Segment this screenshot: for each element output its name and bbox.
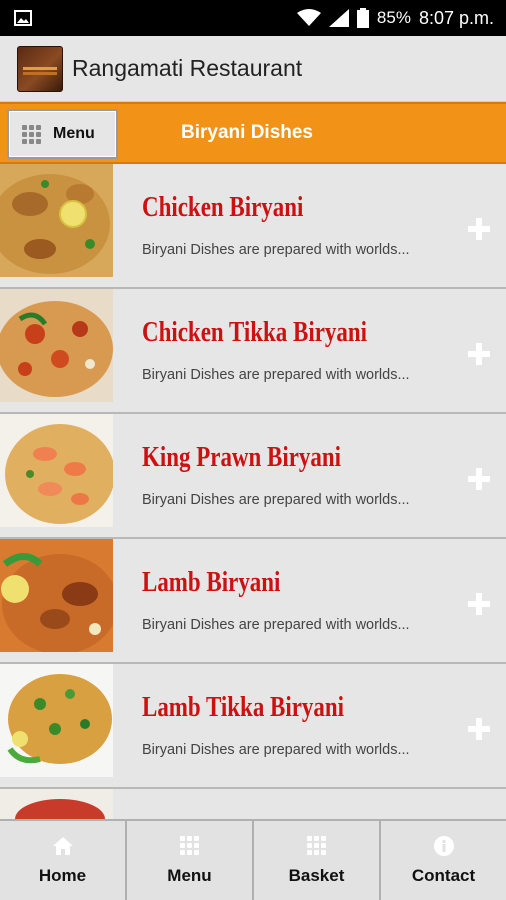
info-icon bbox=[433, 835, 454, 856]
dish-item[interactable] bbox=[0, 789, 506, 820]
gallery-notification-icon bbox=[14, 9, 32, 27]
dish-image bbox=[0, 289, 113, 402]
nav-contact-label: Contact bbox=[411, 865, 476, 885]
dish-image bbox=[0, 164, 113, 277]
dish-name: King Prawn Biryani bbox=[142, 442, 342, 473]
dish-description: Biryani Dishes are prepared with worlds.… bbox=[142, 742, 410, 758]
nav-home-label: Home bbox=[38, 865, 87, 885]
dish-description: Biryani Dishes are prepared with worlds.… bbox=[142, 617, 410, 633]
menu-button[interactable]: Menu bbox=[7, 109, 118, 159]
nav-basket[interactable]: Basket bbox=[254, 821, 381, 900]
home-icon bbox=[52, 836, 73, 856]
nav-home[interactable]: Home bbox=[0, 821, 127, 900]
dish-description: Biryani Dishes are prepared with worlds.… bbox=[142, 367, 410, 383]
add-icon[interactable] bbox=[466, 466, 492, 492]
nav-menu-label: Menu bbox=[167, 865, 212, 885]
dish-item[interactable]: King Prawn Biryani Biryani Dishes are pr… bbox=[0, 414, 506, 539]
category-bar: Menu Biryani Dishes bbox=[0, 102, 506, 164]
clock: 8:07 p.m. bbox=[418, 7, 494, 28]
grid-icon bbox=[307, 836, 326, 856]
grid-icon bbox=[22, 124, 41, 144]
add-icon[interactable] bbox=[466, 716, 492, 742]
nav-basket-label: Basket bbox=[288, 865, 345, 885]
dish-image bbox=[0, 664, 113, 777]
battery-level: 85% bbox=[376, 8, 411, 27]
app-title: Rangamati Restaurant bbox=[72, 55, 303, 81]
battery-icon bbox=[356, 8, 369, 28]
dish-name: Chicken Biryani bbox=[142, 192, 304, 223]
signal-icon bbox=[328, 9, 349, 27]
category-title: Biryani Dishes bbox=[181, 122, 313, 143]
dish-description: Biryani Dishes are prepared with worlds.… bbox=[142, 492, 410, 508]
dish-name: Chicken Tikka Biryani bbox=[142, 317, 368, 348]
dish-name: Lamb Biryani bbox=[142, 567, 281, 598]
dish-name: Lamb Tikka Biryani bbox=[142, 692, 345, 723]
dish-image bbox=[0, 414, 113, 527]
grid-icon bbox=[180, 836, 199, 856]
dish-item[interactable]: Chicken Biryani Biryani Dishes are prepa… bbox=[0, 164, 506, 289]
add-icon[interactable] bbox=[466, 216, 492, 242]
dish-item[interactable]: Chicken Tikka Biryani Biryani Dishes are… bbox=[0, 289, 506, 414]
app-header: Rangamati Restaurant bbox=[0, 36, 506, 102]
status-bar: 85% 8:07 p.m. bbox=[0, 0, 506, 36]
add-icon[interactable] bbox=[466, 341, 492, 367]
restaurant-logo bbox=[17, 45, 63, 92]
status-indicators: 85% 8:07 p.m. bbox=[296, 0, 494, 36]
dish-image bbox=[0, 539, 113, 652]
nav-contact[interactable]: Contact bbox=[381, 821, 506, 900]
dish-item[interactable]: Lamb Biryani Biryani Dishes are prepared… bbox=[0, 539, 506, 664]
add-icon[interactable] bbox=[466, 591, 492, 617]
menu-button-label: Menu bbox=[53, 125, 95, 142]
nav-menu[interactable]: Menu bbox=[127, 821, 254, 900]
dish-description: Biryani Dishes are prepared with worlds.… bbox=[142, 242, 410, 258]
bottom-nav: Home Menu Basket Contact bbox=[0, 819, 506, 900]
dish-item[interactable]: Lamb Tikka Biryani Biryani Dishes are pr… bbox=[0, 664, 506, 789]
dish-image bbox=[0, 789, 113, 820]
wifi-icon bbox=[296, 9, 321, 27]
dish-list[interactable]: Chicken Biryani Biryani Dishes are prepa… bbox=[0, 164, 506, 820]
